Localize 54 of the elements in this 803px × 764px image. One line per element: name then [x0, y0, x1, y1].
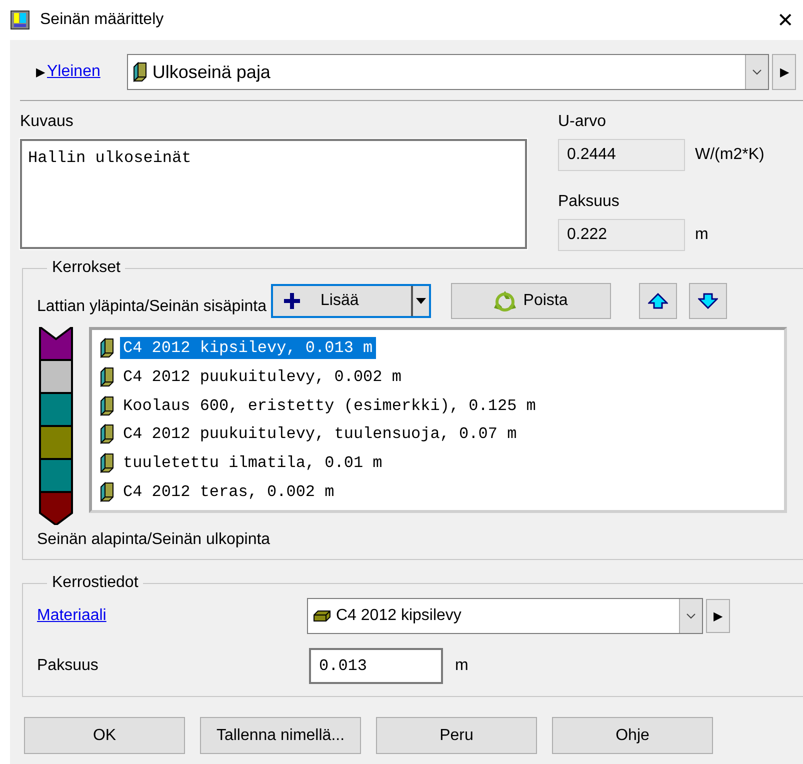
material-dropdown[interactable]: C4 2012 kipsilevy — [307, 598, 703, 634]
top-surface-label: Lattian yläpinta/Seinän sisäpinta — [37, 298, 266, 316]
thickness-unit: m — [695, 226, 708, 244]
thickness-field[interactable]: 0.222 — [558, 219, 685, 251]
layer-item[interactable]: C4 2012 kipsilevy, 0.013 m — [100, 334, 776, 363]
layer-item[interactable]: Koolaus 600, eristetty (esimerkki), 0.125 m — [100, 391, 776, 420]
recycle-icon — [493, 290, 518, 312]
structure-dropdown[interactable]: Ulkoseinä paja — [127, 54, 770, 90]
dialog-button[interactable]: Tallenna nimellä... — [200, 717, 361, 754]
u-value-unit: W/(m2*K) — [695, 146, 764, 164]
layer-details-legend: Kerrostiedot — [47, 574, 144, 592]
caret-icon — [686, 613, 696, 619]
wall-layer-icon — [100, 367, 114, 387]
move-up-button[interactable] — [638, 283, 676, 319]
expander-arrow[interactable]: ▶ — [36, 65, 45, 79]
wall-layer-icon — [100, 396, 114, 416]
add-button[interactable]: Lisää — [270, 284, 430, 318]
description-field[interactable]: Hallin ulkoseinät — [20, 139, 527, 249]
layers-legend: Kerrokset — [47, 259, 126, 277]
app-icon — [10, 10, 30, 30]
layer-item[interactable]: C4 2012 teras, 0.002 m — [100, 477, 776, 506]
layer-thickness-field[interactable]: 0.013 — [309, 648, 443, 684]
thickness-label: Paksuus — [558, 193, 620, 211]
description-label: Kuvaus — [20, 113, 74, 131]
caret-icon — [416, 298, 426, 304]
layer-item[interactable]: tuuletettu ilmatila, 0.01 m — [100, 448, 776, 478]
caret-icon — [752, 69, 762, 75]
material-link[interactable]: Materiaali — [37, 607, 307, 625]
wall-layer-icon — [100, 424, 114, 444]
general-link[interactable]: Yleinen — [47, 63, 100, 81]
arrow-down-icon — [698, 293, 718, 309]
wall-layer-icon — [100, 453, 114, 474]
close-button[interactable]: ✕ — [777, 8, 803, 32]
board-icon — [313, 610, 331, 622]
remove-button[interactable]: Poista — [450, 283, 610, 319]
move-down-button[interactable] — [688, 283, 726, 319]
wall-layer-icon — [100, 482, 114, 502]
layer-thickness-unit: m — [455, 657, 468, 675]
next-button[interactable]: ▶ — [706, 599, 730, 633]
wall-icon — [133, 62, 148, 82]
arrow-up-icon — [648, 293, 668, 309]
bottom-surface-label: Seinän alapinta/Seinän ulkopinta — [37, 531, 272, 549]
wall-layer-icon — [100, 338, 114, 358]
layer-thickness-label: Paksuus — [37, 657, 100, 675]
window-title: Seinän määrittely — [40, 11, 165, 29]
plus-icon — [282, 292, 300, 310]
dialog-button[interactable]: OK — [24, 717, 185, 754]
dialog-button[interactable]: Peru — [376, 717, 537, 754]
dialog-button[interactable]: Ohje — [552, 717, 713, 754]
next-button[interactable]: ▶ — [772, 54, 796, 90]
u-value-label: U-arvo — [558, 113, 608, 131]
layer-item[interactable]: C4 2012 puukuitulevy, tuulensuoja, 0.07 m — [100, 420, 776, 449]
layer-item[interactable]: C4 2012 puukuitulevy, 0.002 m — [100, 362, 776, 392]
u-value-field[interactable]: 0.2444 — [558, 139, 685, 171]
